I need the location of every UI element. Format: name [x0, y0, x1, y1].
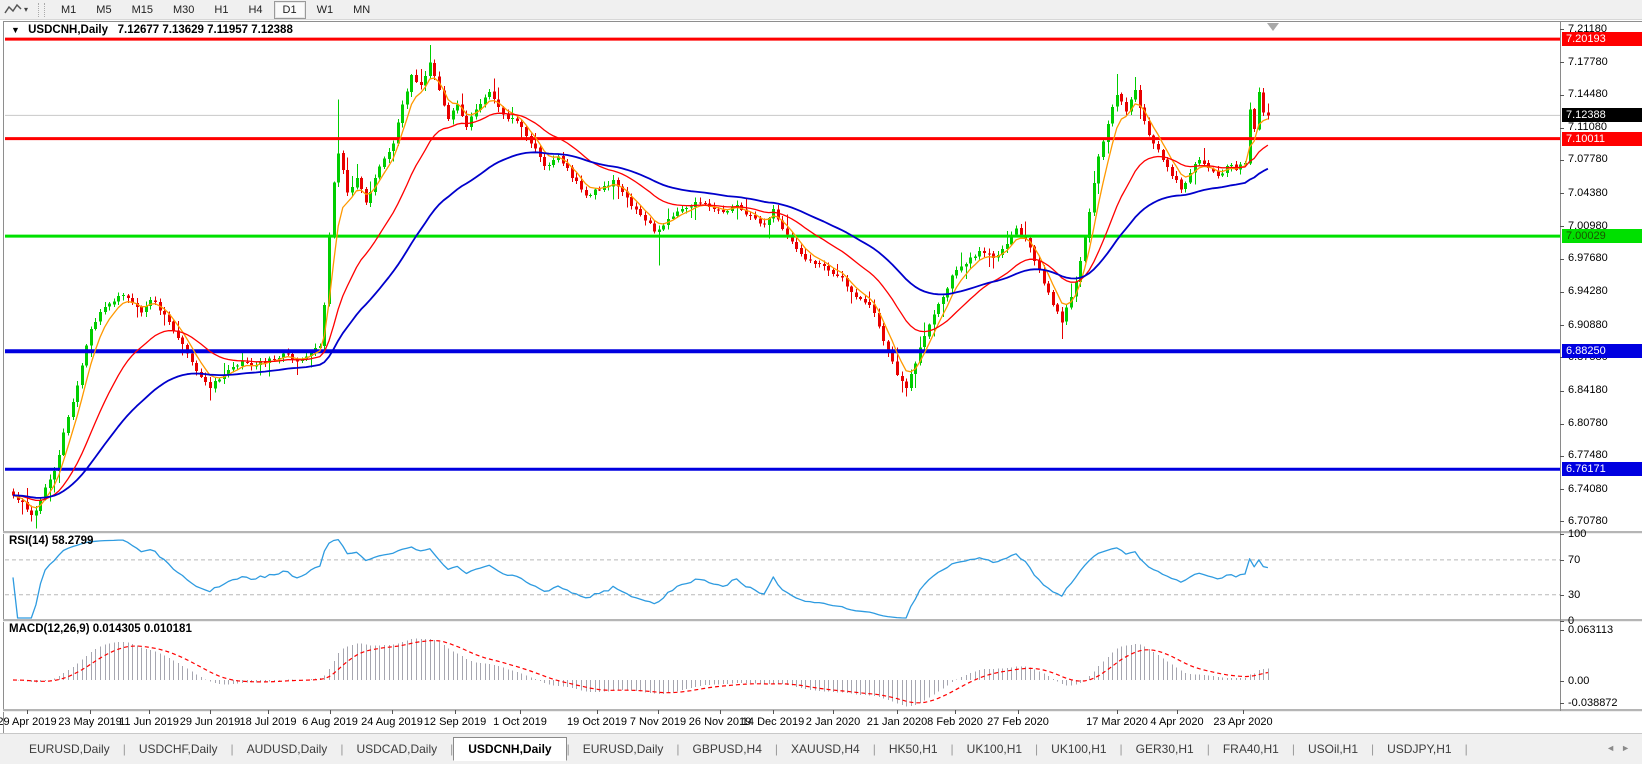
date-tick-mark: [27, 710, 28, 714]
date-tick-mark: [833, 710, 834, 714]
rsi-label: RSI(14) 58.2799: [9, 535, 93, 547]
date-tick-mark: [149, 710, 150, 714]
price-tick-label: 6.77480: [1568, 449, 1608, 461]
price-level-badge: 7.10011: [1562, 132, 1642, 146]
main-rsi-splitter[interactable]: [3, 531, 1642, 534]
date-axis-label: 29 Jun 2019: [180, 716, 241, 728]
date-axis-label: 19 Oct 2019: [567, 716, 627, 728]
price-tick-mark: [1560, 489, 1564, 490]
macd-tick-mark: [1560, 703, 1564, 704]
date-tick-mark: [1243, 710, 1244, 714]
price-tick-mark: [1560, 424, 1564, 425]
price-tick-label: 6.84180: [1568, 384, 1608, 396]
price-level-badge: 7.20193: [1562, 32, 1642, 46]
price-tick-mark: [1560, 95, 1564, 96]
date-axis-label: 11 Jun 2019: [119, 716, 179, 728]
price-level-badge: 7.00029: [1562, 229, 1642, 243]
price-tick-mark: [1560, 259, 1564, 260]
price-tick-label: 6.70780: [1568, 515, 1608, 527]
date-tick-mark: [597, 710, 598, 714]
price-tick-mark: [1560, 62, 1564, 63]
price-level-badge: 6.76171: [1562, 462, 1642, 476]
date-axis-label: 23 May 2019: [58, 716, 122, 728]
price-tick-mark: [1560, 391, 1564, 392]
price-tick-label: 6.97680: [1568, 252, 1608, 264]
price-tick-mark: [1560, 193, 1564, 194]
rsi-tick-mark: [1560, 560, 1564, 561]
date-tick-mark: [455, 710, 456, 714]
date-axis-label: 29 Apr 2019: [0, 716, 57, 728]
date-tick-mark: [1018, 710, 1019, 714]
date-tick-mark: [210, 710, 211, 714]
price-tick-label: 6.90880: [1568, 319, 1608, 331]
date-tick-mark: [520, 710, 521, 714]
date-axis-label: 24 Aug 2019: [361, 716, 423, 728]
macd-axis-label: -0.038872: [1568, 697, 1618, 709]
date-axis-label: 2 Jan 2020: [806, 716, 860, 728]
date-tick-mark: [268, 710, 269, 714]
macd-tick-mark: [1560, 681, 1564, 682]
rsi-tick-mark: [1560, 595, 1564, 596]
date-axis-label: 6 Aug 2019: [302, 716, 358, 728]
macd-axis-label: 0.00: [1568, 675, 1589, 687]
macd-label: MACD(12,26,9) 0.014305 0.010181: [9, 623, 192, 635]
date-axis-label: 14 Dec 2019: [742, 716, 804, 728]
price-tick-label: 7.07780: [1568, 153, 1608, 165]
date-axis-label: 4 Apr 2020: [1150, 716, 1203, 728]
date-axis-label: 27 Feb 2020: [987, 716, 1049, 728]
current-price-badge: 7.12388: [1562, 108, 1642, 122]
price-tick-label: 7.17780: [1568, 56, 1608, 68]
symbol-timeframe-label: USDCNH,Daily: [28, 24, 108, 36]
price-tick-label: 7.14480: [1568, 88, 1608, 100]
macd-dates-splitter: [3, 709, 1642, 712]
macd-axis-label: 0.063113: [1568, 624, 1613, 636]
date-tick-mark: [392, 710, 393, 714]
date-tick-mark: [897, 710, 898, 714]
date-axis-label: 18 Jul 2019: [240, 716, 297, 728]
rsi-macd-splitter[interactable]: [3, 619, 1642, 622]
date-tick-mark: [773, 710, 774, 714]
date-axis-label: 23 Apr 2020: [1213, 716, 1272, 728]
symbol-dropdown-icon[interactable]: ▼: [11, 25, 20, 35]
price-level-badge: 6.88250: [1562, 344, 1642, 358]
date-axis-label: 1 Oct 2019: [493, 716, 547, 728]
chart-title: ▼ USDCNH,Daily 7.12677 7.13629 7.11957 7…: [11, 24, 293, 36]
price-tick-mark: [1560, 160, 1564, 161]
price-tick-mark: [1560, 521, 1564, 522]
date-tick-mark: [720, 710, 721, 714]
date-tick-mark: [330, 710, 331, 714]
date-tick-mark: [955, 710, 956, 714]
price-tick-mark: [1560, 128, 1564, 129]
date-axis-label: 8 Feb 2020: [927, 716, 983, 728]
price-tick-mark: [1560, 292, 1564, 293]
date-axis-label: 7 Nov 2019: [630, 716, 686, 728]
macd-tick-mark: [1560, 630, 1564, 631]
date-tick-mark: [658, 710, 659, 714]
rsi-tick-mark: [1560, 534, 1564, 535]
price-tick-mark: [1560, 325, 1564, 326]
rsi-tick-mark: [1560, 621, 1564, 622]
chart-shift-marker-icon[interactable]: [1267, 23, 1279, 31]
ohlc-values: 7.12677 7.13629 7.11957 7.12388: [118, 24, 293, 36]
date-tick-mark: [1177, 710, 1178, 714]
date-axis-label: 17 Mar 2020: [1086, 716, 1148, 728]
price-chart-canvas[interactable]: [0, 0, 1642, 763]
price-tick-mark: [1560, 226, 1564, 227]
date-tick-mark: [1117, 710, 1118, 714]
price-tick-mark: [1560, 456, 1564, 457]
date-axis-label: 21 Jan 2020: [867, 716, 928, 728]
price-axis-border: [1560, 22, 1561, 711]
price-tick-label: 6.94280: [1568, 285, 1608, 297]
price-tick-label: 6.74080: [1568, 483, 1608, 495]
price-tick-label: 6.80780: [1568, 417, 1608, 429]
price-tick-mark: [1560, 29, 1564, 30]
rsi-axis-label: 100: [1568, 528, 1586, 540]
price-tick-label: 7.04380: [1568, 187, 1608, 199]
date-axis-label: 12 Sep 2019: [424, 716, 486, 728]
date-tick-mark: [90, 710, 91, 714]
rsi-axis-label: 30: [1568, 589, 1580, 601]
rsi-axis-label: 70: [1568, 554, 1580, 566]
